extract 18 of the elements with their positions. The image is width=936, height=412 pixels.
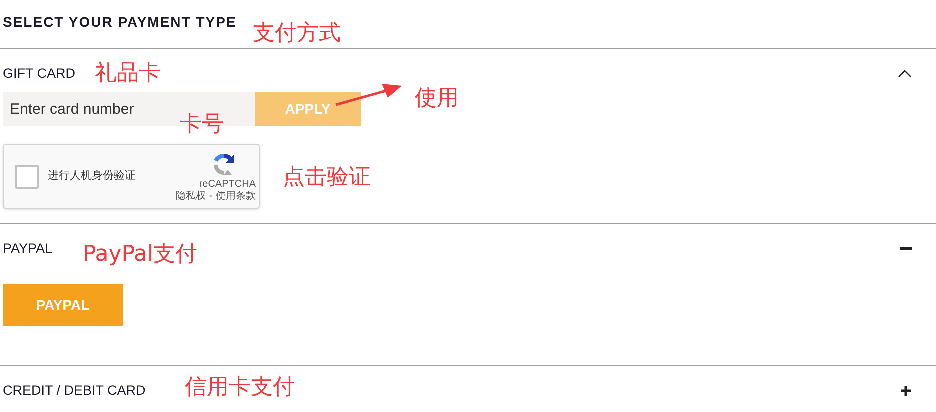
page-title: SELECT YOUR PAYMENT TYPE xyxy=(3,14,237,30)
annotation-label: 使用 xyxy=(415,86,459,112)
section-heading[interactable]: GIFT CARD xyxy=(3,64,76,84)
annotation-arrow xyxy=(334,84,404,108)
captcha-checkbox[interactable] xyxy=(15,164,39,188)
annotation-label: 支付方式 xyxy=(253,21,341,47)
section-heading[interactable]: CREDIT / DEBIT CARD xyxy=(3,380,146,402)
annotation-label: 信用卡支付 xyxy=(185,375,295,401)
annotation-label: PayPal支付 xyxy=(83,242,198,268)
annotation-label: 点击验证 xyxy=(283,165,371,191)
chevron-up-icon[interactable] xyxy=(898,70,912,78)
recaptcha-brand: reCAPTCHA xyxy=(199,179,256,190)
annotation-label: 礼品卡 xyxy=(95,61,161,87)
section-heading[interactable]: PAYPAL xyxy=(3,238,53,260)
minus-icon[interactable] xyxy=(900,247,912,251)
plus-icon[interactable] xyxy=(900,385,912,397)
captcha-label: 进行人机身份验证 xyxy=(48,168,136,184)
privacy-terms-links[interactable]: 隐私权 - 使用条款 xyxy=(176,191,256,203)
